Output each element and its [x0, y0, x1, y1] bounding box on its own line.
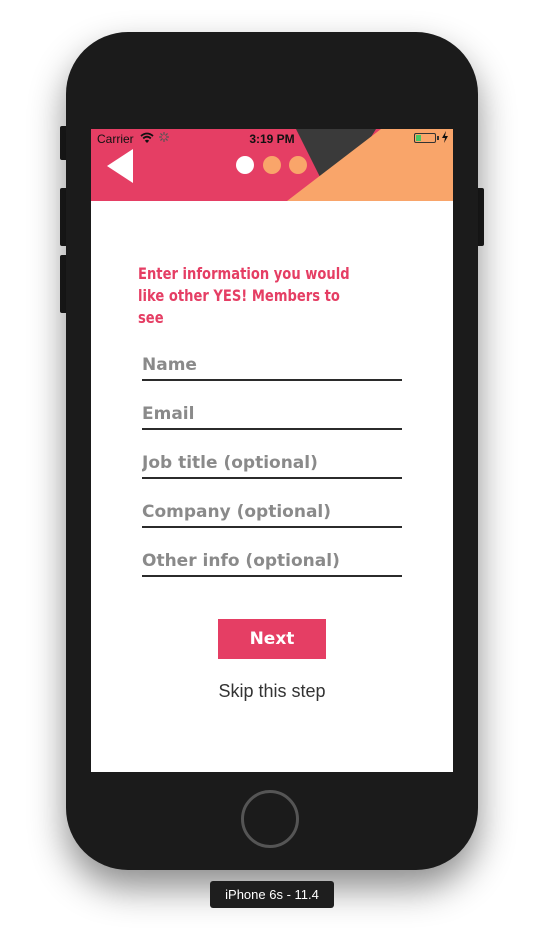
status-time: 3:19 PM: [249, 132, 295, 146]
email-input[interactable]: [142, 400, 402, 430]
battery-level: [416, 135, 421, 141]
charging-bolt-icon: [442, 131, 448, 143]
back-arrow-icon[interactable]: [106, 148, 136, 184]
company-input[interactable]: [142, 498, 402, 528]
simulator-device-label: iPhone 6s - 11.4: [210, 881, 334, 908]
status-bar: Carrier 3:19 PM: [91, 129, 453, 149]
progress-dot-active: [236, 156, 254, 174]
form-intro-text: Enter information you would like other Y…: [138, 264, 350, 327]
other-info-input[interactable]: [142, 547, 402, 577]
progress-dots: [236, 156, 311, 176]
app-screen: Carrier 3:19 PM Enter information you wo…: [91, 129, 453, 772]
job-title-input[interactable]: [142, 449, 402, 479]
progress-dot: [263, 156, 281, 174]
home-button[interactable]: [241, 790, 299, 848]
app-header: Carrier 3:19 PM: [91, 129, 453, 201]
progress-dot: [289, 156, 307, 174]
simulator-stage: Carrier 3:19 PM Enter information you wo…: [0, 0, 544, 950]
battery-icon: [414, 133, 439, 143]
skip-step-link[interactable]: Skip this step: [91, 681, 453, 702]
name-input[interactable]: [142, 351, 402, 381]
next-button[interactable]: Next: [218, 619, 326, 659]
